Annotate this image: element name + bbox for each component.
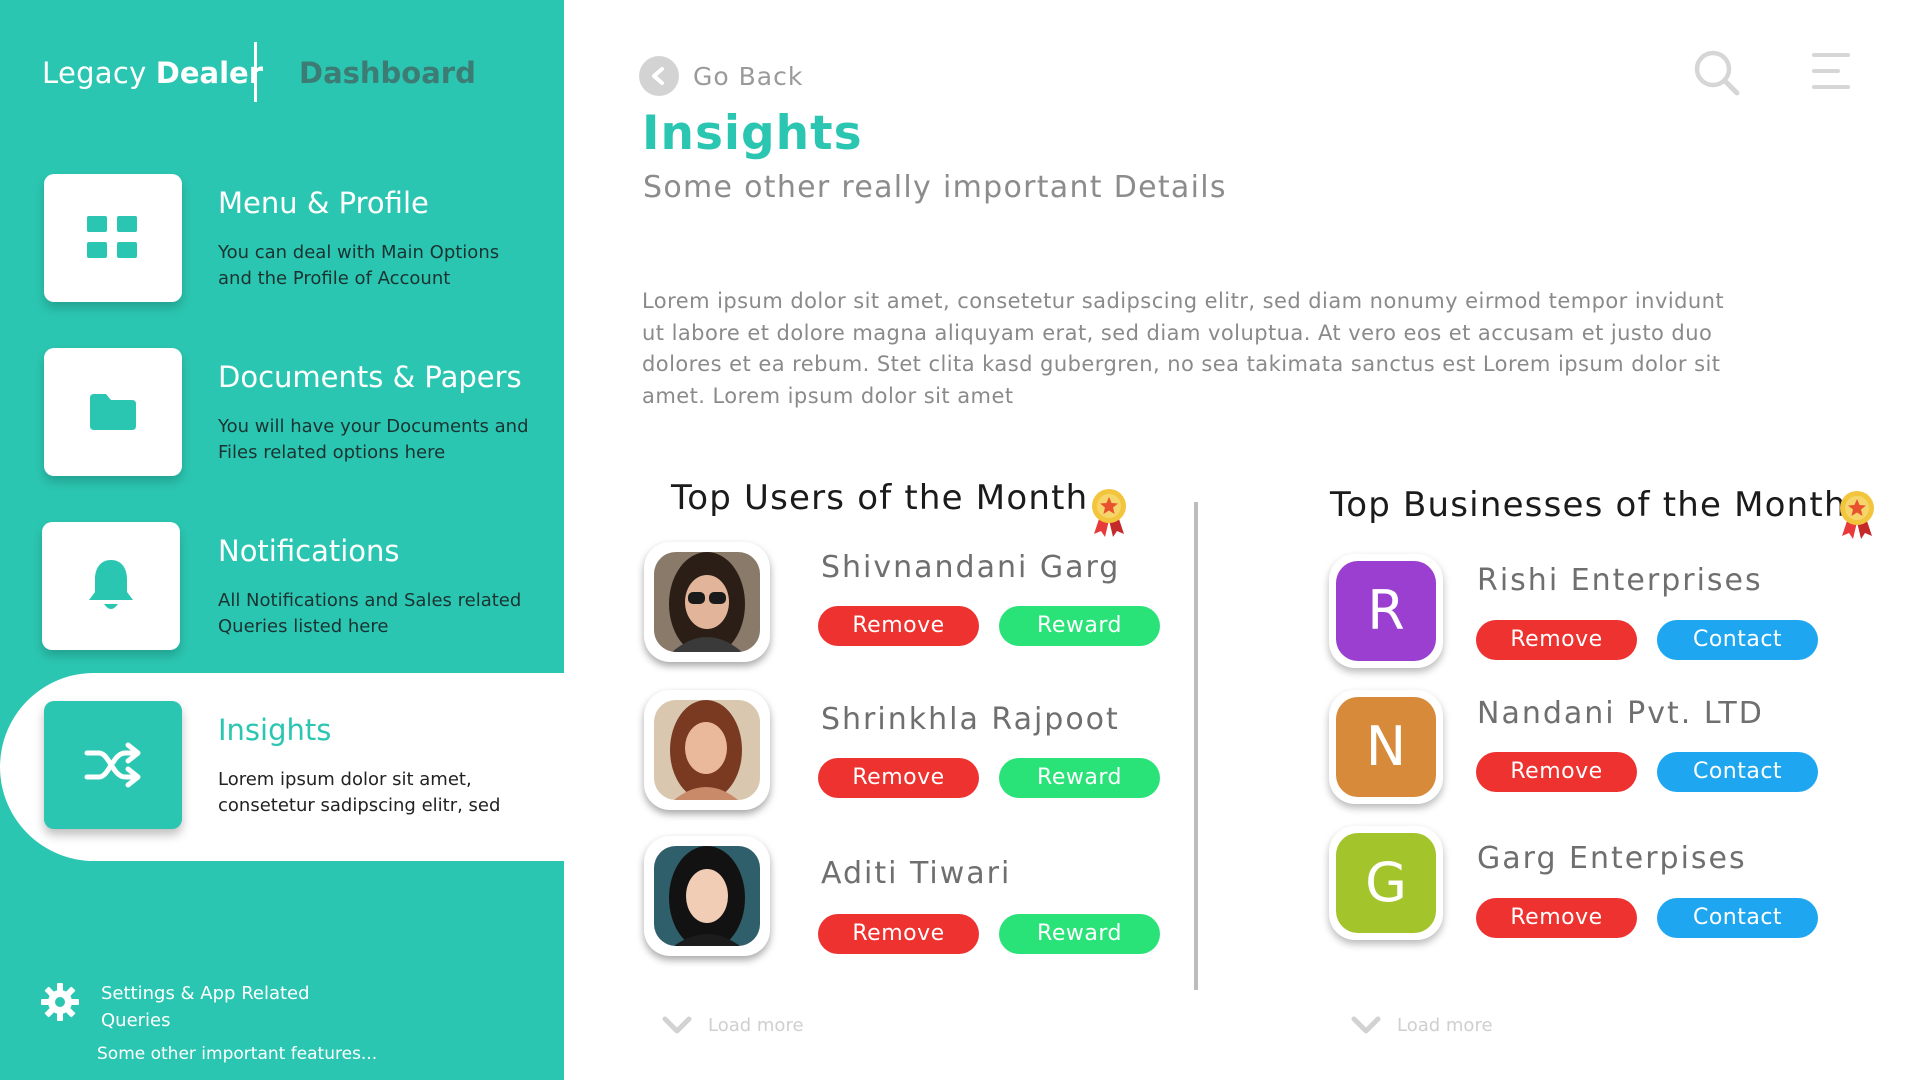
description-paragraph: Lorem ipsum dolor sit amet, consetetur s… — [642, 289, 1725, 408]
avatar[interactable] — [644, 542, 770, 662]
sidebar-item-title: Menu & Profile — [218, 186, 429, 220]
business-initial: R — [1336, 561, 1436, 661]
remove-user-button[interactable]: Remove — [818, 758, 979, 798]
page-subtitle: Some other really important Details — [643, 170, 1227, 205]
chevron-down-icon — [1351, 1016, 1381, 1034]
sidebar: Legacy Dealer Dashboard Menu & Profile Y… — [0, 0, 564, 1080]
remove-business-button[interactable]: Remove — [1476, 752, 1637, 792]
sidebar-item-notifications[interactable]: Notifications All Notifications and Sale… — [0, 522, 564, 662]
folder-icon — [90, 394, 136, 430]
sidebar-item-desc: All Notifications and Sales related Quer… — [218, 590, 522, 637]
brand-divider — [254, 42, 257, 102]
avatar[interactable] — [644, 836, 770, 956]
business-initial: N — [1336, 697, 1436, 797]
insights-tile[interactable] — [44, 701, 182, 829]
business-name: Nandani Pvt. LTD — [1477, 696, 1764, 731]
sidebar-item-desc: You will have your Documents and Files r… — [218, 416, 529, 463]
remove-business-button[interactable]: Remove — [1476, 898, 1637, 938]
sidebar-item-documents[interactable]: Documents & Papers You will have your Do… — [0, 348, 564, 488]
load-more-users[interactable]: Load more — [662, 1014, 804, 1036]
reward-user-button[interactable]: Reward — [999, 914, 1160, 954]
load-more-businesses[interactable]: Load more — [1351, 1014, 1493, 1036]
hamburger-menu-icon[interactable] — [1812, 50, 1854, 92]
bell-icon — [89, 560, 133, 609]
brand-name-bold: Dealer — [155, 56, 264, 90]
business-name: Rishi Enterprises — [1477, 563, 1763, 598]
award-medal-icon — [1092, 489, 1126, 537]
contact-business-button[interactable]: Contact — [1657, 752, 1818, 792]
contact-business-button[interactable]: Contact — [1657, 620, 1818, 660]
page-title: Insights — [642, 106, 863, 161]
business-avatar[interactable]: R — [1329, 554, 1443, 668]
remove-user-button[interactable]: Remove — [818, 606, 979, 646]
sidebar-item-desc: Lorem ipsum dolor sit amet, consetetur s… — [218, 769, 501, 816]
go-back-label: Go Back — [693, 61, 804, 91]
gear-icon — [41, 983, 79, 1021]
chevron-down-icon — [662, 1016, 692, 1034]
user-photo — [654, 846, 760, 946]
award-medal-icon — [1840, 491, 1874, 539]
user-photo — [654, 700, 760, 800]
sidebar-item-title: Documents & Papers — [218, 360, 522, 394]
shuffle-icon — [84, 742, 141, 788]
user-photo — [654, 552, 760, 652]
remove-user-button[interactable]: Remove — [818, 914, 979, 954]
search-icon[interactable] — [1692, 48, 1742, 98]
sidebar-item-title: Insights — [218, 713, 332, 747]
top-businesses-title: Top Businesses of the Month — [1330, 485, 1847, 525]
documents-tile[interactable] — [44, 348, 182, 476]
sidebar-item-title: Notifications — [218, 534, 400, 568]
dashboard-label: Dashboard — [299, 56, 476, 90]
remove-business-button[interactable]: Remove — [1476, 620, 1637, 660]
user-name: Shivnandani Garg — [821, 550, 1121, 585]
business-name: Garg Enterpises — [1477, 841, 1747, 876]
settings-subtext: Some other important features... — [97, 1044, 378, 1064]
notifications-tile[interactable] — [42, 522, 180, 650]
grid-icon — [87, 216, 137, 258]
user-name: Shrinkhla Rajpoot — [821, 702, 1120, 737]
back-arrow-icon — [639, 56, 679, 96]
sidebar-item-insights[interactable]: Insights Lorem ipsum dolor sit amet, con… — [0, 701, 564, 841]
menu-profile-tile[interactable] — [44, 174, 182, 302]
contact-business-button[interactable]: Contact — [1657, 898, 1818, 938]
settings-label: Settings & App Related Queries — [101, 983, 310, 1031]
business-avatar[interactable]: N — [1329, 690, 1443, 804]
brand-logo[interactable]: Legacy Dealer — [42, 56, 263, 90]
load-more-label: Load more — [1397, 1014, 1493, 1036]
sidebar-item-menu-profile[interactable]: Menu & Profile You can deal with Main Op… — [0, 174, 564, 314]
column-divider — [1194, 502, 1198, 990]
user-name: Aditi Tiwari — [821, 856, 1012, 891]
reward-user-button[interactable]: Reward — [999, 758, 1160, 798]
reward-user-button[interactable]: Reward — [999, 606, 1160, 646]
business-initial: G — [1336, 833, 1436, 933]
load-more-label: Load more — [708, 1014, 804, 1036]
brand-name-light: Legacy — [42, 56, 147, 90]
top-users-title: Top Users of the Month — [671, 478, 1089, 518]
sidebar-item-desc: You can deal with Main Options and the P… — [218, 242, 500, 289]
business-avatar[interactable]: G — [1329, 826, 1443, 940]
avatar[interactable] — [644, 690, 770, 810]
go-back-button[interactable]: Go Back — [639, 56, 803, 96]
